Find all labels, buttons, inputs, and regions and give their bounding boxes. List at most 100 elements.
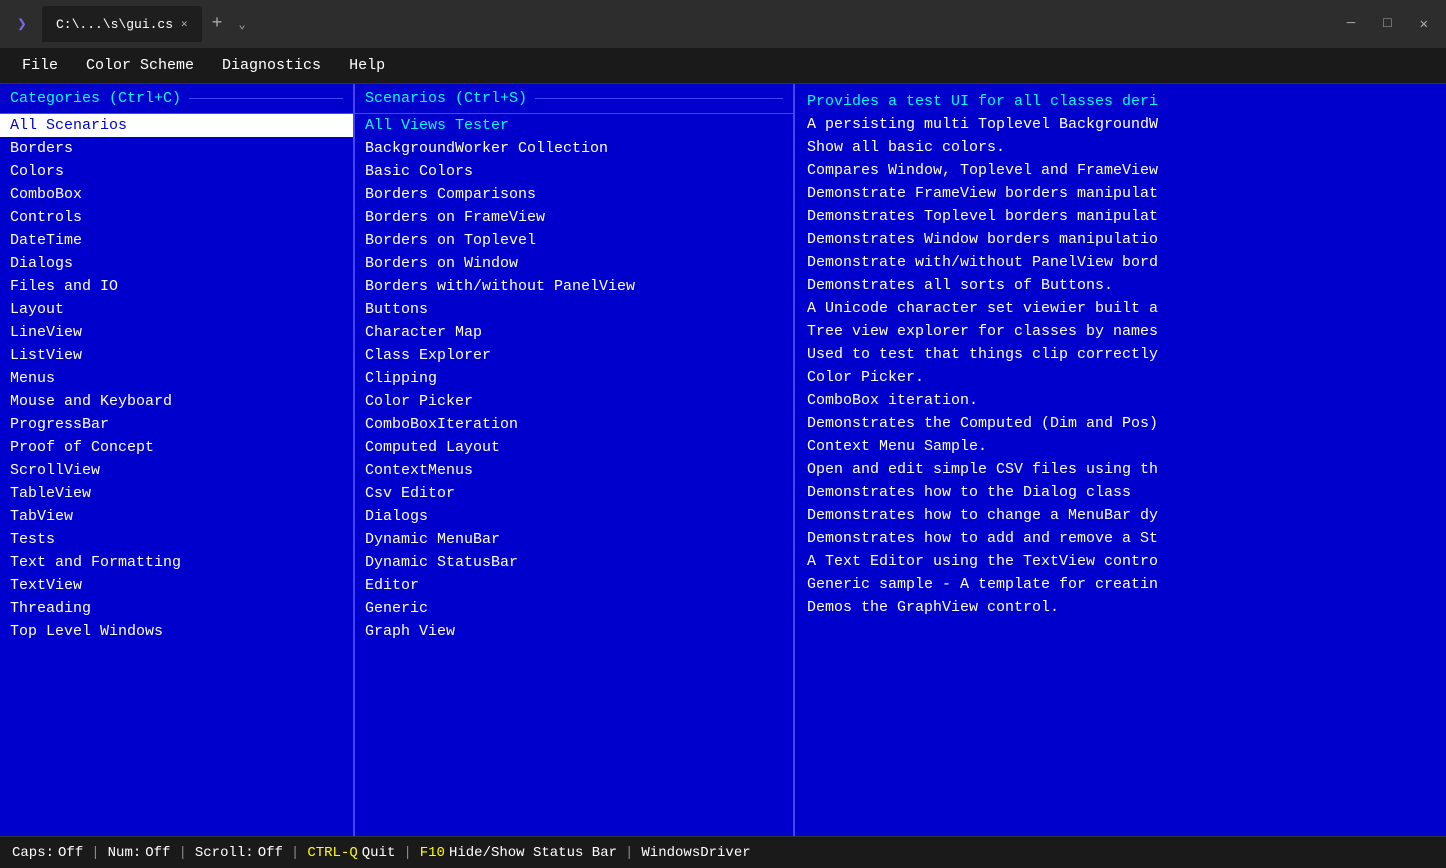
category-item[interactable]: All Scenarios [0,114,353,137]
category-item[interactable]: Mouse and Keyboard [0,390,353,413]
description-item: Show all basic colors. [807,136,1434,159]
category-item[interactable]: Threading [0,597,353,620]
description-content: Provides a test UI for all classes deriA… [795,84,1446,836]
scroll-value: Off [258,845,283,861]
scenario-item[interactable]: Dialogs [355,505,793,528]
scenario-item[interactable]: Csv Editor [355,482,793,505]
scenario-item[interactable]: BackgroundWorker Collection [355,137,793,160]
description-item: A Unicode character set viewier built a [807,297,1434,320]
maximize-button[interactable]: □ [1375,12,1399,36]
scenario-item[interactable]: Borders on Toplevel [355,229,793,252]
category-item[interactable]: Controls [0,206,353,229]
category-item[interactable]: Proof of Concept [0,436,353,459]
description-item: Demonstrates how to change a MenuBar dy [807,504,1434,527]
scenario-item[interactable]: Borders Comparisons [355,183,793,206]
menu-help[interactable]: Help [337,53,397,78]
description-item: Demonstrate with/without PanelView bord [807,251,1434,274]
category-item[interactable]: ScrollView [0,459,353,482]
app-icon: ❯ [10,12,34,36]
category-item[interactable]: Text and Formatting [0,551,353,574]
description-item: Context Menu Sample. [807,435,1434,458]
hide-key: F10 [420,845,445,861]
category-item[interactable]: TableView [0,482,353,505]
categories-header: Categories (Ctrl+C) [0,84,353,114]
sep3: | [291,845,299,861]
category-item[interactable]: Top Level Windows [0,620,353,643]
category-item[interactable]: Tests [0,528,353,551]
description-item: ComboBox iteration. [807,389,1434,412]
description-item: A Text Editor using the TextView contro [807,550,1434,573]
scenario-item[interactable]: Basic Colors [355,160,793,183]
scenarios-header-label: Scenarios (Ctrl+S) [365,90,527,107]
new-tab-button[interactable]: + [206,14,229,34]
sep4: | [403,845,411,861]
menu-bar: File Color Scheme Diagnostics Help [0,48,1446,84]
category-item[interactable]: Menus [0,367,353,390]
scenarios-panel: Scenarios (Ctrl+S) All Views TesterBackg… [355,84,795,836]
scenario-item[interactable]: Clipping [355,367,793,390]
scenario-item[interactable]: Graph View [355,620,793,643]
scenario-item[interactable]: Dynamic MenuBar [355,528,793,551]
category-item[interactable]: Colors [0,160,353,183]
sep5: | [625,845,633,861]
description-item: Demonstrates Toplevel borders manipulat [807,205,1434,228]
num-label: Num: [108,845,142,861]
main-content: Categories (Ctrl+C) All ScenariosBorders… [0,84,1446,836]
quit-key: CTRL-Q [307,845,357,861]
categories-header-label: Categories (Ctrl+C) [10,90,181,107]
description-item: Demonstrates the Computed (Dim and Pos) [807,412,1434,435]
scenario-item[interactable]: Buttons [355,298,793,321]
description-panel: Provides a test UI for all classes deriA… [795,84,1446,836]
category-item[interactable]: TextView [0,574,353,597]
category-item[interactable]: ProgressBar [0,413,353,436]
scenario-item[interactable]: Character Map [355,321,793,344]
description-item: Demos the GraphView control. [807,596,1434,619]
scenario-item[interactable]: Borders with/without PanelView [355,275,793,298]
title-bar: ❯ C:\...\s\gui.cs ✕ + ⌄ ─ □ ✕ [0,0,1446,48]
tab-label: C:\...\s\gui.cs [56,17,173,32]
category-item[interactable]: DateTime [0,229,353,252]
category-item[interactable]: Borders [0,137,353,160]
scenarios-header-line [535,98,783,99]
description-item: Open and edit simple CSV files using th [807,458,1434,481]
scenario-item[interactable]: Computed Layout [355,436,793,459]
sep1: | [91,845,99,861]
scenarios-header: Scenarios (Ctrl+S) [355,84,793,114]
description-item: Demonstrates how to the Dialog class [807,481,1434,504]
category-item[interactable]: Files and IO [0,275,353,298]
hide-label: Hide/Show Status Bar [449,845,617,861]
menu-file[interactable]: File [10,53,70,78]
scenario-item[interactable]: Class Explorer [355,344,793,367]
scroll-label: Scroll: [195,845,254,861]
menu-color-scheme[interactable]: Color Scheme [74,53,206,78]
category-item[interactable]: TabView [0,505,353,528]
scenario-item[interactable]: Borders on FrameView [355,206,793,229]
description-item: Tree view explorer for classes by names [807,320,1434,343]
scenario-item[interactable]: Generic [355,597,793,620]
scenario-item[interactable]: Color Picker [355,390,793,413]
active-tab[interactable]: C:\...\s\gui.cs ✕ [42,6,202,42]
scenario-item[interactable]: Dynamic StatusBar [355,551,793,574]
num-value: Off [145,845,170,861]
tab-close-button[interactable]: ✕ [181,17,188,31]
scenario-item[interactable]: Borders on Window [355,252,793,275]
scenario-item[interactable]: All Views Tester [355,114,793,137]
category-item[interactable]: ComboBox [0,183,353,206]
description-item: A persisting multi Toplevel BackgroundW [807,113,1434,136]
scenario-item[interactable]: Editor [355,574,793,597]
minimize-button[interactable]: ─ [1339,12,1363,36]
description-item: Generic sample - A template for creatin [807,573,1434,596]
description-item: Provides a test UI for all classes deri [807,90,1434,113]
tab-dropdown-button[interactable]: ⌄ [232,17,251,32]
scenario-item[interactable]: ComboBoxIteration [355,413,793,436]
scenario-item[interactable]: ContextMenus [355,459,793,482]
tab-area: C:\...\s\gui.cs ✕ + ⌄ [42,6,1331,42]
sep2: | [178,845,186,861]
description-item: Demonstrates all sorts of Buttons. [807,274,1434,297]
close-button[interactable]: ✕ [1412,12,1436,37]
category-item[interactable]: Layout [0,298,353,321]
category-item[interactable]: LineView [0,321,353,344]
category-item[interactable]: ListView [0,344,353,367]
category-item[interactable]: Dialogs [0,252,353,275]
menu-diagnostics[interactable]: Diagnostics [210,53,333,78]
